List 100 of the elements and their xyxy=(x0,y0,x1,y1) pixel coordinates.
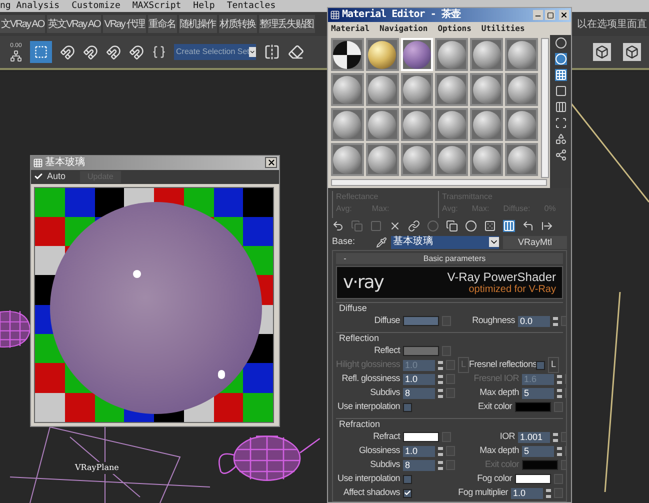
close-button[interactable] xyxy=(265,157,277,168)
menu-item[interactable]: Material xyxy=(331,22,370,34)
spinner-arrows-icon[interactable] xyxy=(438,446,443,456)
scrollbar[interactable] xyxy=(541,38,549,178)
select-tool-icon[interactable] xyxy=(30,41,52,63)
color-swatch[interactable] xyxy=(403,346,439,356)
spinner-arrows-icon[interactable] xyxy=(553,316,558,326)
banner-subtitle: optimized for V-Ray xyxy=(468,284,556,296)
menu-item[interactable]: MAXScript xyxy=(132,0,182,12)
menu-item[interactable]: Customize xyxy=(72,0,120,12)
checkbox[interactable] xyxy=(34,172,43,182)
magnet-icon[interactable] xyxy=(106,44,121,60)
color-swatch[interactable] xyxy=(403,316,439,326)
script-button[interactable]: 随机操作 xyxy=(178,15,217,33)
spinner-arrows-icon[interactable] xyxy=(438,374,443,384)
link-icon[interactable] xyxy=(408,220,420,232)
color-swatch[interactable] xyxy=(515,474,551,484)
script-button[interactable]: 文VRay AO xyxy=(0,15,46,33)
script-button[interactable]: 重命名 xyxy=(148,15,177,33)
rollout-header[interactable]: - Basic parameters xyxy=(336,253,563,264)
menu-item[interactable]: Utilities xyxy=(481,22,525,34)
eyedropper-icon[interactable] xyxy=(376,236,387,248)
app-icon xyxy=(33,158,43,168)
material-name-dropdown[interactable]: 基本玻璃 xyxy=(391,236,499,248)
menu-item[interactable]: Tentacles xyxy=(226,0,276,12)
material-slot[interactable] xyxy=(331,38,364,71)
check-icon xyxy=(34,172,43,182)
script-button[interactable]: VRay 代理 xyxy=(103,15,146,33)
color-swatch[interactable] xyxy=(403,432,439,442)
logo-text: v·ray xyxy=(343,271,385,295)
param-label: IOR xyxy=(498,430,515,444)
lock-button[interactable]: L xyxy=(548,357,560,373)
script-button[interactable]: 材质转换 xyxy=(218,15,257,33)
number-field[interactable]: 1.001 xyxy=(518,432,550,442)
spinner-arrows-icon[interactable] xyxy=(438,388,443,398)
number-field[interactable]: 5 xyxy=(522,388,554,398)
param-label: Use interpolation xyxy=(336,400,400,414)
caret-icon[interactable] xyxy=(249,47,256,57)
spinner-arrows-icon[interactable] xyxy=(557,446,562,456)
group-title: Diffuse xyxy=(338,303,368,314)
param-label: Affect shadows xyxy=(342,486,400,500)
selection-set-dropdown[interactable]: Create Selection Set xyxy=(174,44,256,60)
param-label: Refract xyxy=(372,430,400,444)
braces-icon[interactable] xyxy=(152,45,166,59)
checkbox-label: Auto xyxy=(47,170,66,183)
number-field[interactable]: 1.0 xyxy=(403,446,435,456)
checkbox[interactable] xyxy=(403,474,412,484)
param-label: Refl. glossiness xyxy=(340,372,400,386)
param-label: Fresnel reflections xyxy=(469,358,534,372)
window-title: Material Editor - 茶壶 xyxy=(342,9,462,21)
close-icon xyxy=(560,11,568,19)
mirror-icon[interactable] xyxy=(264,44,280,60)
spinner-arrows-icon[interactable] xyxy=(546,488,551,498)
scrollbar[interactable] xyxy=(331,179,547,186)
number-field[interactable]: 8 xyxy=(403,388,435,398)
close-button[interactable] xyxy=(559,10,569,20)
spinner-arrows-icon[interactable] xyxy=(557,374,562,384)
menu-item[interactable]: Navigation xyxy=(380,22,428,34)
number-field[interactable]: 5 xyxy=(522,446,554,456)
magnet-icon[interactable] xyxy=(83,44,98,60)
number-field[interactable]: 8 xyxy=(403,460,435,470)
checkbox[interactable] xyxy=(403,402,412,412)
spinner-arrows-icon[interactable] xyxy=(557,388,562,398)
color-swatch[interactable] xyxy=(515,402,551,412)
script-button[interactable]: 英文VRay AO xyxy=(47,15,102,33)
app-icon xyxy=(330,10,340,20)
spinner-arrows-icon[interactable] xyxy=(438,360,443,370)
param-label: Use interpolation xyxy=(336,472,400,486)
eraser-icon[interactable] xyxy=(288,44,304,60)
checkbox[interactable] xyxy=(403,488,412,498)
param-label: Fog color xyxy=(476,472,512,486)
menu-item[interactable]: Options xyxy=(438,22,472,34)
param-label: Diffuse xyxy=(373,314,400,328)
copy-icon[interactable] xyxy=(446,220,458,232)
minimize-button[interactable] xyxy=(533,10,543,20)
spinner-arrows-icon[interactable] xyxy=(438,460,443,470)
material-type-button[interactable]: VRayMtl xyxy=(503,236,567,248)
script-button[interactable]: 整理丢失贴图 xyxy=(258,15,315,33)
param-label: Subdivs xyxy=(369,386,400,400)
param-label: Exit color xyxy=(476,400,512,414)
group-title: Reflection xyxy=(338,333,380,344)
maximize-button[interactable] xyxy=(545,10,555,20)
param-label: Subdivs xyxy=(369,458,400,472)
checkbox[interactable] xyxy=(536,360,546,370)
close-icon xyxy=(266,158,276,168)
banner-title: V-Ray PowerShader xyxy=(447,270,556,284)
spinner-arrows-icon[interactable] xyxy=(553,432,558,442)
param-label: Max depth xyxy=(478,386,519,400)
number-field[interactable]: 1.0 xyxy=(403,374,435,384)
magnet-icon[interactable] xyxy=(60,44,75,60)
number-field[interactable]: 1.0 xyxy=(511,488,543,498)
network-icon[interactable] xyxy=(10,50,22,62)
menu-item[interactable]: Help xyxy=(193,0,215,12)
number-field[interactable]: 0.0 xyxy=(518,316,550,326)
hint-text: 以在选项里面直 xyxy=(577,18,647,32)
group-title: Refraction xyxy=(338,419,382,430)
check-icon xyxy=(404,489,411,497)
caret-icon[interactable] xyxy=(489,237,499,247)
magnet-icon[interactable] xyxy=(129,44,144,60)
menu-item[interactable]: ng Analysis xyxy=(0,0,60,12)
